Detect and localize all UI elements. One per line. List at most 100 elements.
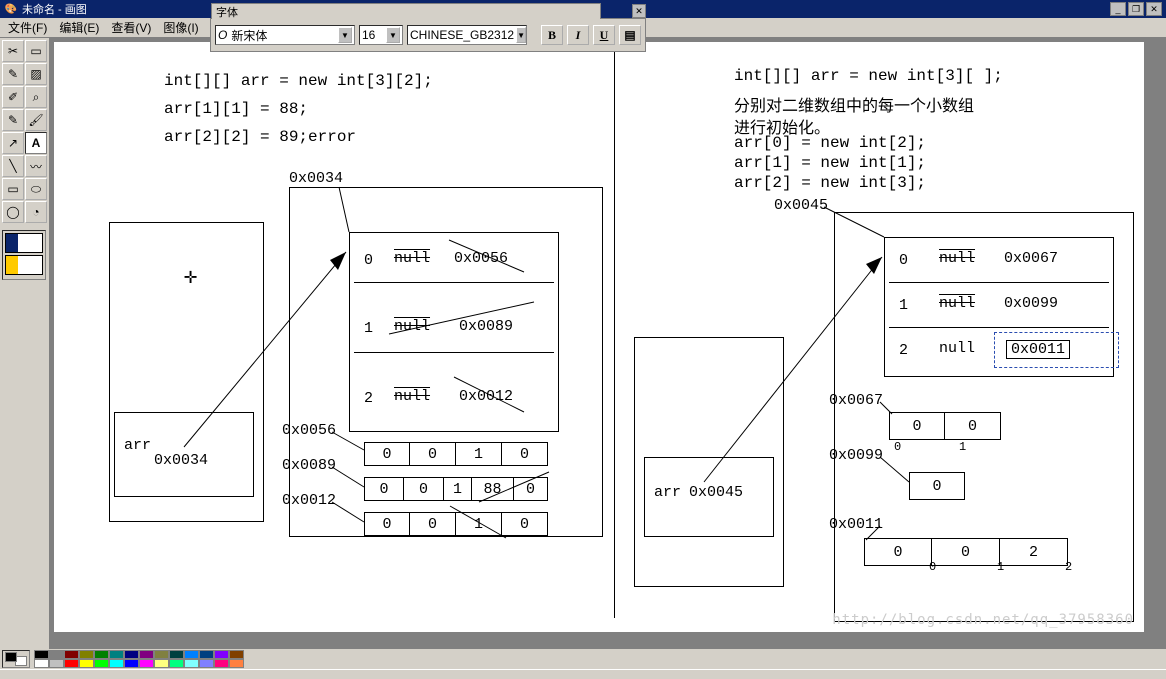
array-cell: 1 <box>444 477 472 501</box>
font-charset-combo[interactable]: CHINESE_GB2312▼ <box>407 25 527 45</box>
addr-label: 0x0089 <box>282 457 336 474</box>
array-cell: 0 <box>364 512 410 536</box>
tool-line[interactable]: ╲ <box>2 155 24 177</box>
opt-opaque[interactable] <box>5 255 43 275</box>
menu-file[interactable]: 文件(F) <box>4 17 51 38</box>
addr-label: 0x0056 <box>282 422 336 439</box>
color-swatch[interactable] <box>49 659 64 668</box>
color-swatch[interactable] <box>109 659 124 668</box>
font-size-combo[interactable]: 16▼ <box>359 25 403 45</box>
code-line: arr[1][1] = 88; <box>164 100 308 118</box>
tool-freeform-select[interactable]: ✂ <box>2 40 24 62</box>
text-line: 分别对二维数组中的每一个小数组 <box>734 92 974 116</box>
code-line: arr[2][2] = 89;error <box>164 128 356 146</box>
font-toolbar[interactable]: 字体 ✕ O 新宋体 ▼ 16▼ CHINESE_GB2312▼ B I U ▤ <box>210 18 646 52</box>
text-cursor-box[interactable] <box>994 332 1119 368</box>
color-swatch[interactable] <box>94 659 109 668</box>
array-cell: 0 <box>864 538 932 566</box>
font-toolbar-close[interactable]: ✕ <box>632 4 646 18</box>
color-swatch[interactable] <box>214 650 229 659</box>
array-cell: 0 <box>364 477 404 501</box>
tool-polygon[interactable]: ⬭ <box>25 178 47 200</box>
color-swatch[interactable] <box>214 659 229 668</box>
tool-brush[interactable]: 🖌 <box>25 109 47 131</box>
array-cell: 0 <box>364 442 410 466</box>
chevron-down-icon[interactable]: ▼ <box>386 27 400 43</box>
row-new: 0x0067 <box>1004 250 1058 267</box>
close-button[interactable]: ✕ <box>1146 2 1162 16</box>
chevron-down-icon[interactable]: ▼ <box>516 27 526 43</box>
tool-eraser[interactable]: ✎ <box>2 63 24 85</box>
menu-image[interactable]: 图像(I) <box>159 17 202 38</box>
toolbox: ✂ ▭ ✎ ▨ ✐ ⌕ ✎ 🖌 ↗ A ╲ 〰 ▭ ⬭ ◯ ◔ <box>0 38 50 649</box>
color-swatch[interactable] <box>229 650 244 659</box>
maximize-button[interactable]: ❐ <box>1128 2 1144 16</box>
bold-button[interactable]: B <box>541 25 563 45</box>
canvas-scroll[interactable]: int[][] arr = new int[3][2]; arr[1][1] =… <box>50 38 1166 649</box>
ime-button[interactable]: ▤ <box>619 25 641 45</box>
row-index: 1 <box>899 297 908 314</box>
color-swatch[interactable] <box>79 659 94 668</box>
row-index: 0 <box>364 252 373 269</box>
underline-button[interactable]: U <box>593 25 615 45</box>
canvas[interactable]: int[][] arr = new int[3][2]; arr[1][1] =… <box>54 42 1144 632</box>
row-old: null <box>394 250 430 267</box>
color-swatch[interactable] <box>184 659 199 668</box>
tool-rect[interactable]: ▭ <box>2 178 24 200</box>
color-swatch[interactable] <box>49 650 64 659</box>
color-swatch[interactable] <box>64 650 79 659</box>
addr-label: 0x0045 <box>774 197 828 214</box>
color-palette <box>34 650 244 668</box>
color-swatch[interactable] <box>199 659 214 668</box>
tool-picker[interactable]: ✐ <box>2 86 24 108</box>
row-new: 0x0056 <box>454 250 508 267</box>
array-cell: 0 <box>410 442 456 466</box>
row-new: 0x0099 <box>1004 295 1058 312</box>
menu-edit[interactable]: 编辑(E) <box>55 17 103 38</box>
color-swatch[interactable] <box>34 659 49 668</box>
color-swatch[interactable] <box>199 650 214 659</box>
chevron-down-icon[interactable]: ▼ <box>338 27 352 43</box>
row-index: 2 <box>899 342 908 359</box>
array-idx: 0 <box>894 440 901 454</box>
tool-zoom[interactable]: ⌕ <box>25 86 47 108</box>
color-swatch[interactable] <box>139 650 154 659</box>
row-index: 2 <box>364 390 373 407</box>
row-new: 0x0089 <box>459 318 513 335</box>
color-swatch[interactable] <box>169 650 184 659</box>
watermark: http://blog.csdn.net/qq_37958360 <box>832 612 1134 628</box>
color-swatch[interactable] <box>109 650 124 659</box>
tool-pencil[interactable]: ✎ <box>2 109 24 131</box>
color-swatch[interactable] <box>154 659 169 668</box>
font-family-combo[interactable]: O 新宋体 ▼ <box>215 25 355 45</box>
tool-rect-select[interactable]: ▭ <box>25 40 47 62</box>
color-swatch[interactable] <box>184 650 199 659</box>
divider <box>614 48 615 618</box>
array-cell: 0 <box>502 512 548 536</box>
current-colors[interactable] <box>2 650 30 668</box>
color-swatch[interactable] <box>124 650 139 659</box>
color-swatch[interactable] <box>79 650 94 659</box>
tool-curve[interactable]: 〰 <box>25 155 47 177</box>
color-swatch[interactable] <box>154 650 169 659</box>
tool-text[interactable]: A <box>25 132 47 154</box>
tool-fill[interactable]: ▨ <box>25 63 47 85</box>
array-cell: 1 <box>456 442 502 466</box>
color-swatch[interactable] <box>139 659 154 668</box>
minimize-button[interactable]: _ <box>1110 2 1126 16</box>
menu-view[interactable]: 查看(V) <box>107 17 155 38</box>
tool-options <box>2 230 46 280</box>
italic-button[interactable]: I <box>567 25 589 45</box>
tool-airbrush[interactable]: ↗ <box>2 132 24 154</box>
font-toolbar-title: 字体 <box>211 3 601 19</box>
color-swatch[interactable] <box>94 650 109 659</box>
window-title: 未命名 - 画图 <box>22 1 87 17</box>
tool-roundrect[interactable]: ◔ <box>25 201 47 223</box>
color-swatch[interactable] <box>64 659 79 668</box>
color-swatch[interactable] <box>34 650 49 659</box>
color-swatch[interactable] <box>169 659 184 668</box>
tool-ellipse[interactable]: ◯ <box>2 201 24 223</box>
color-swatch[interactable] <box>229 659 244 668</box>
opt-transparent[interactable] <box>5 233 43 253</box>
color-swatch[interactable] <box>124 659 139 668</box>
